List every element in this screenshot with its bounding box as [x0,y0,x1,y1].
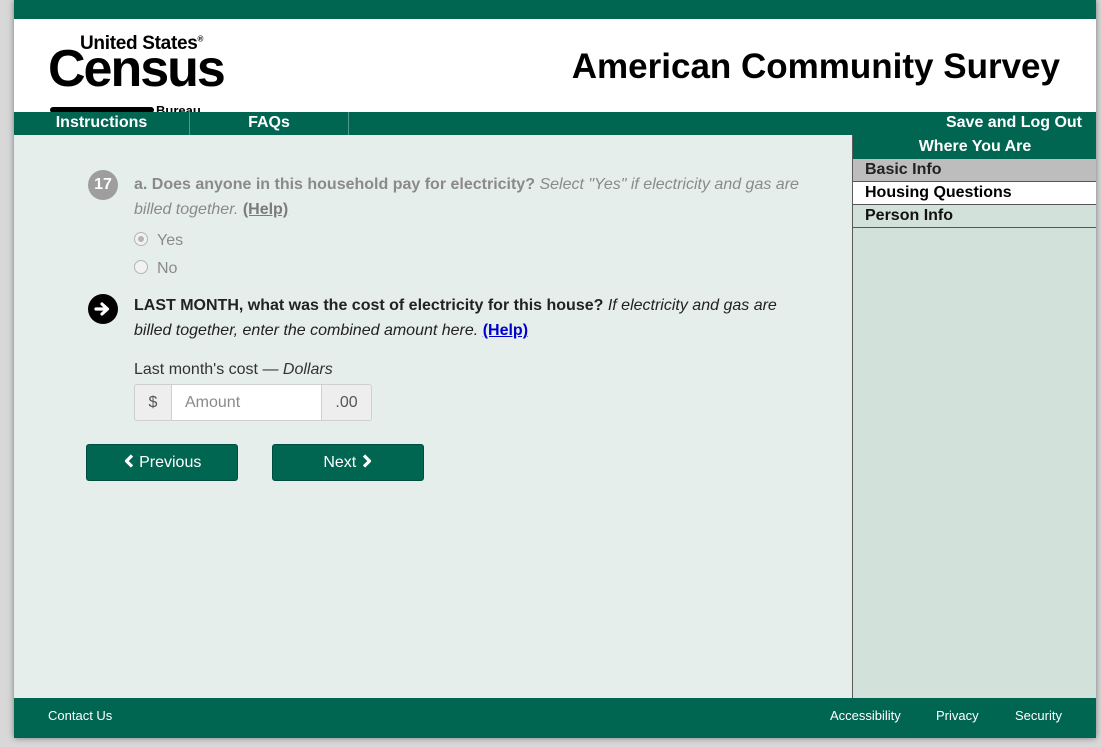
question-17b-prompt: LAST MONTH, what was the cost of electri… [134,297,604,314]
logo-main: Census [48,40,226,98]
previous-button-label: Previous [139,454,202,471]
question-panel: 17 a. Does anyone in this household pay … [14,135,852,698]
nav-instructions[interactable]: Instructions [14,112,190,135]
help-link-17a[interactable]: (Help) [243,201,288,218]
page-title: American Community Survey [571,47,1060,86]
radio-no-label: No [157,260,178,277]
question-17b-text: LAST MONTH, what was the cost of electri… [134,293,814,343]
chevron-left-icon [123,446,135,482]
app-window: United States® Census Bureau American Co… [14,0,1096,738]
next-button-label: Next [323,454,357,471]
nav-faqs[interactable]: FAQs [190,112,349,135]
sidebar-item-person-info[interactable]: Person Info [853,205,1096,228]
sidebar-item-housing-questions[interactable]: Housing Questions [853,182,1096,205]
radio-yes-label: Yes [157,232,184,249]
footer-security-link[interactable]: Security [1015,708,1062,723]
radio-no[interactable]: No [134,260,177,278]
sidebar-item-basic-info[interactable]: Basic Info [853,159,1096,182]
help-link-17b[interactable]: (Help) [483,322,528,339]
top-bar [14,0,1096,19]
nav-bar: Instructions FAQs Save and Log Out [14,112,1096,135]
header: United States® Census Bureau American Co… [14,19,1096,118]
cost-unit: Dollars [282,361,333,378]
amount-input[interactable] [172,385,321,420]
census-logo[interactable]: United States® Census Bureau [48,33,226,118]
question-17a-text: a. Does anyone in this household pay for… [134,172,814,222]
cost-label-text: Last month's cost — [134,361,279,378]
question-number-badge: 17 [88,170,118,200]
footer-contact-link[interactable]: Contact Us [48,708,112,723]
footer: Contact Us Accessibility Privacy Securit… [14,698,1096,738]
chevron-right-icon [361,446,373,482]
next-button[interactable]: Next [272,444,424,481]
cost-field-label: Last month's cost — Dollars [134,361,333,379]
radio-yes[interactable]: Yes [134,232,183,250]
previous-button[interactable]: Previous [86,444,238,481]
arrow-right-icon [88,294,118,324]
question-17a-prompt: a. Does anyone in this household pay for… [134,176,535,193]
save-and-logout-link[interactable]: Save and Log Out [946,112,1082,133]
radio-yes-indicator[interactable] [134,232,148,246]
currency-addon: $ [135,385,172,420]
radio-no-indicator[interactable] [134,260,148,274]
footer-accessibility-link[interactable]: Accessibility [830,708,901,723]
cents-addon: .00 [321,385,371,420]
amount-input-group: $ .00 [134,384,372,421]
progress-sidebar: Where You Are Basic Info Housing Questio… [852,135,1096,698]
sidebar-heading: Where You Are [853,135,1096,159]
footer-privacy-link[interactable]: Privacy [936,708,979,723]
